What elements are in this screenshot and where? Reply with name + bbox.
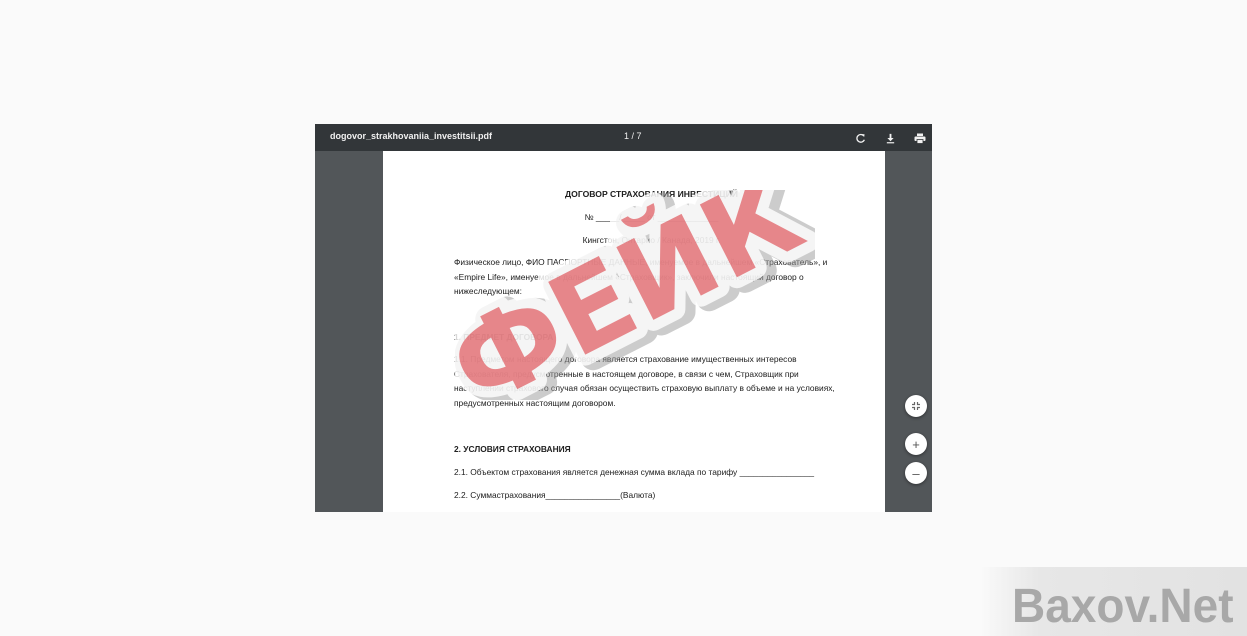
document-number-line: № _____/_____ от _____________ [584,212,719,222]
clause-2-2: 2.2. Суммастрахования________________(Ва… [454,490,656,500]
viewer-toolbar: dogovor_strakhovaniia_investitsii.pdf 1 … [315,124,932,151]
clause-2-1: 2.1. Объектом страхования является денеж… [454,467,815,477]
section-1-line: 1.1. Предметом настоящего договора являе… [454,354,797,364]
zoom-in-button[interactable]: + [905,433,927,455]
plus-icon: + [912,436,920,452]
section-2-heading: 2. УСЛОВИЯ СТРАХОВАНИЯ [454,444,571,454]
document-place-line: Кингстон, Онтарио / Канада, 2019 г. [582,235,721,245]
pdf-page: ДОГОВОР СТРАХОВАНИЯ ИНВЕСТИЦИЙ № _____/_… [383,151,885,512]
fit-to-page-icon [911,399,921,414]
section-1-heading: 1. ПРЕДМЕТ ДОГОВОРА [454,332,554,342]
fit-to-page-button[interactable] [905,395,927,417]
section-1-paragraph: 1.1. Предметом настоящего договора являе… [454,352,854,410]
zoom-out-button[interactable]: – [905,462,927,484]
intro-line: нижеследующем: [454,286,523,297]
section-1-line: наступлении страхового случая обязан осу… [454,383,835,394]
site-watermark: Baxov.Net [1012,577,1234,633]
section-1-line: Страхователя, предусмотренные в настояще… [454,368,799,379]
minus-icon: – [912,465,920,481]
pdf-viewer: dogovor_strakhovaniia_investitsii.pdf 1 … [315,124,932,512]
rotate-icon[interactable] [851,129,869,147]
document-title: ДОГОВОР СТРАХОВАНИЯ ИНВЕСТИЦИЙ [565,189,738,199]
print-icon[interactable] [911,129,929,147]
intro-line: «Empire Life», именуемое в дальнейшем «С… [454,271,804,282]
download-icon[interactable] [881,129,899,147]
section-1-line: предусмотренных настоящим договором. [454,397,616,408]
intro-paragraph: Физическое лицо, ФИО ПАСПОРТНЫЕ ДАННЫЕ, … [454,255,854,299]
file-name: dogovor_strakhovaniia_investitsii.pdf [330,131,493,141]
intro-line: Физическое лицо, ФИО ПАСПОРТНЫЕ ДАННЫЕ, … [454,257,828,267]
page-counter[interactable]: 1 / 7 [624,131,642,141]
